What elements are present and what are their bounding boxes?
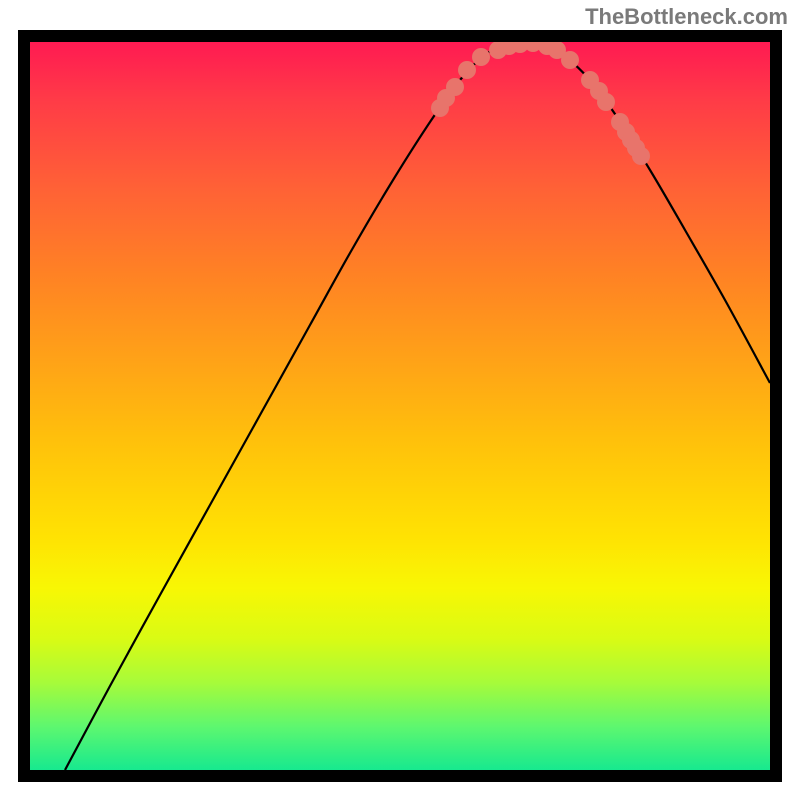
plot-area bbox=[18, 30, 782, 782]
marker-point bbox=[458, 61, 476, 79]
marker-group bbox=[431, 42, 650, 165]
marker-point bbox=[472, 48, 490, 66]
watermark-text: TheBottleneck.com bbox=[585, 4, 788, 30]
marker-point bbox=[597, 93, 615, 111]
marker-point bbox=[632, 147, 650, 165]
curve-line bbox=[65, 43, 770, 770]
marker-point bbox=[561, 51, 579, 69]
marker-point bbox=[446, 78, 464, 96]
chart-svg bbox=[30, 42, 770, 770]
